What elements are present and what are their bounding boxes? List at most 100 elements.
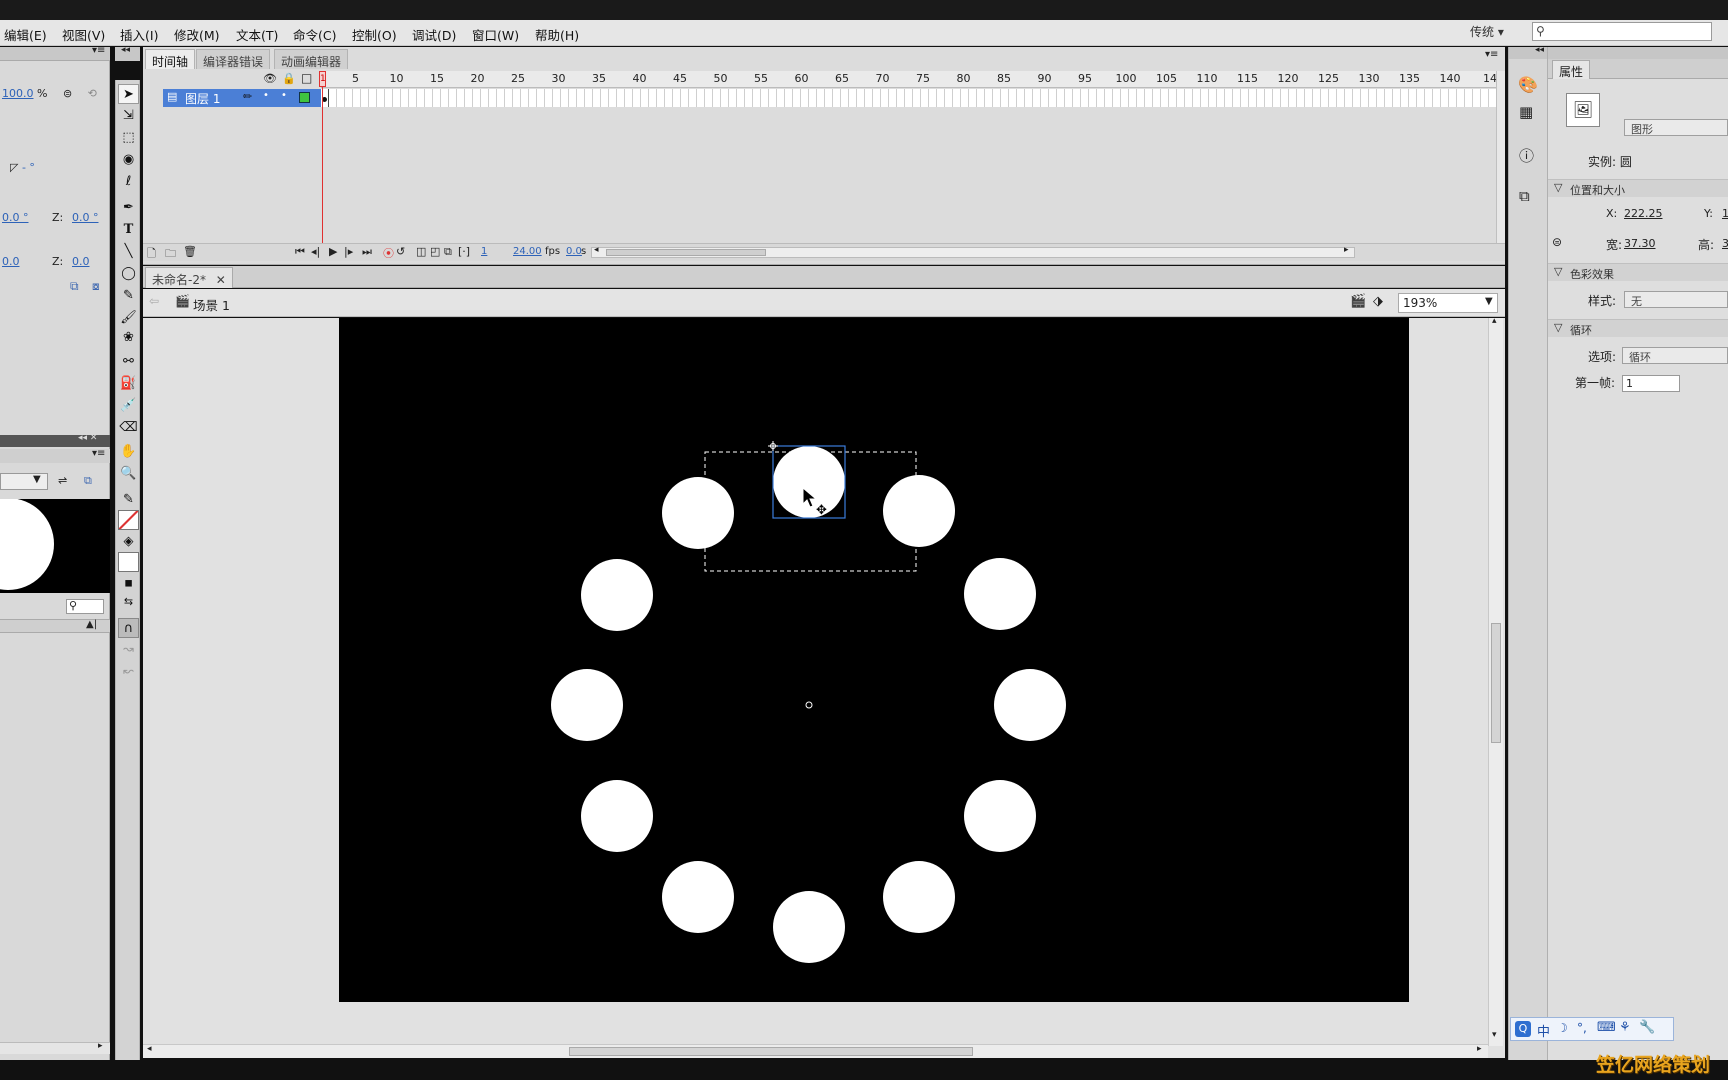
symbol-type-select[interactable]: 图形: [1624, 119, 1728, 136]
settings-wrench-icon[interactable]: 🔧: [1639, 1020, 1655, 1035]
fill-color-icon[interactable]: ◈: [118, 532, 139, 552]
arrow-right-icon[interactable]: ▸: [1477, 1044, 1482, 1054]
lasso-tool-icon[interactable]: ℓ: [118, 172, 139, 192]
layer-row[interactable]: ▤ 图层 1 ✏ • •: [163, 89, 321, 107]
library-search[interactable]: ⚲: [66, 599, 104, 614]
circle-instance[interactable]: [964, 558, 1036, 630]
back-arrow-icon[interactable]: ⇦: [149, 294, 159, 308]
help-search-input[interactable]: [1551, 24, 1709, 39]
stroke-color-icon[interactable]: ✎: [118, 490, 139, 510]
zoom-select[interactable]: 193% ▼: [1398, 293, 1498, 313]
swap-colors-icon[interactable]: ⇆: [118, 592, 139, 612]
tab-properties[interactable]: 属性: [1552, 60, 1591, 79]
outline-color-box[interactable]: [299, 92, 310, 103]
menu-control[interactable]: 控制(O): [352, 25, 397, 44]
sort-icon[interactable]: ▲|: [86, 619, 97, 630]
scroll-thumb[interactable]: [569, 1047, 973, 1056]
copy-transform-icon[interactable]: ⧉: [70, 279, 79, 294]
height-value[interactable]: 3: [1722, 237, 1728, 250]
timeline-hscroll[interactable]: ◂ ▸: [591, 245, 1355, 258]
circle-instance[interactable]: [994, 669, 1066, 741]
menu-help[interactable]: 帮助(H): [535, 25, 579, 44]
swatches-panel-icon[interactable]: ▦: [1519, 103, 1533, 121]
circle-instance[interactable]: [662, 477, 734, 549]
zoom-value[interactable]: 100.0: [2, 87, 34, 100]
pin-icon[interactable]: ⇌: [58, 474, 67, 487]
current-frame[interactable]: 1: [481, 246, 487, 257]
stage-hscroll[interactable]: ◂ ▸: [143, 1044, 1488, 1058]
collapse-icon[interactable]: ◂◂ ✕: [78, 433, 97, 443]
section-position-size[interactable]: ▽ 位置和大小: [1548, 179, 1728, 197]
play-icon[interactable]: ▶: [329, 245, 337, 258]
playhead[interactable]: 1: [319, 71, 326, 257]
menu-debug[interactable]: 调试(D): [412, 25, 456, 44]
library-document-select[interactable]: ▼: [0, 473, 48, 490]
arrow-left-icon[interactable]: ◂: [594, 245, 599, 255]
document-tab[interactable]: 未命名-2* ✕: [145, 267, 233, 288]
new-layer-icon[interactable]: 🗋: [147, 245, 156, 264]
close-icon[interactable]: ✕: [216, 273, 226, 287]
keyboard-icon[interactable]: ⌨: [1597, 1020, 1616, 1035]
menu-view[interactable]: 视图(V): [62, 25, 105, 44]
section-color-effect[interactable]: ▽ 色彩效果: [1548, 263, 1728, 281]
x-rotation[interactable]: 0.0 °: [2, 211, 29, 224]
circle-instance[interactable]: [883, 861, 955, 933]
workspace-switcher[interactable]: 传统 ▾: [1470, 23, 1504, 40]
show-hide-all-icon[interactable]: 👁: [263, 72, 277, 85]
stage-canvas[interactable]: ✥: [339, 318, 1409, 1002]
reset-transform-icon[interactable]: ⧇: [92, 279, 100, 294]
scroll-thumb[interactable]: [1491, 623, 1501, 743]
skew-value[interactable]: - °: [22, 161, 35, 174]
scroll-thumb[interactable]: [606, 249, 766, 256]
z-rotation[interactable]: 0.0 °: [72, 211, 99, 224]
circle-instance[interactable]: [773, 891, 845, 963]
menu-window[interactable]: 窗口(W): [472, 25, 519, 44]
collapse-icon[interactable]: ◂◂: [121, 45, 130, 55]
visibility-dot[interactable]: •: [263, 90, 269, 101]
info-panel-icon[interactable]: ⓘ: [1519, 145, 1534, 166]
arrow-right-icon[interactable]: ▸: [1344, 245, 1349, 255]
frame-rate[interactable]: 24.00: [513, 246, 542, 257]
stage-area[interactable]: ✥ ▴ ▾ ◂ ▸: [143, 316, 1505, 1058]
library-hscroll[interactable]: ▸: [0, 1041, 110, 1054]
panel-menu-icon[interactable]: ▾≡: [92, 45, 105, 56]
tab-timeline[interactable]: 时间轴: [145, 49, 196, 69]
eraser-tool-icon[interactable]: ⌫: [118, 418, 139, 438]
playhead-frame-label[interactable]: 1: [319, 71, 326, 87]
fill-color-swatch[interactable]: [118, 552, 139, 572]
default-colors-icon[interactable]: ◼: [118, 574, 139, 594]
loop-icon[interactable]: ↺: [396, 245, 405, 258]
ime-logo-icon[interactable]: Q: [1515, 1021, 1531, 1037]
section-loop[interactable]: ▽ 循环: [1548, 319, 1728, 337]
selected-circle-instance[interactable]: [773, 446, 845, 518]
z-position[interactable]: 0.0: [72, 255, 90, 268]
circle-instance[interactable]: [581, 780, 653, 852]
arrow-up-icon[interactable]: ▴: [1492, 316, 1497, 326]
center-frame-icon[interactable]: ⦿: [383, 245, 394, 261]
3d-rotation-tool-icon[interactable]: ◉: [118, 150, 139, 170]
free-transform-tool-icon[interactable]: ⬚: [118, 128, 139, 148]
paint-bucket-tool-icon[interactable]: ⛽: [118, 374, 139, 394]
brush-tool-icon[interactable]: 🖌: [118, 308, 139, 328]
straighten-icon[interactable]: ↜: [118, 662, 139, 682]
collapse-icon[interactable]: ◂◂: [1535, 45, 1544, 55]
edit-symbol-icon[interactable]: ⬗: [1373, 294, 1383, 309]
y-value[interactable]: 1: [1722, 207, 1728, 220]
stage[interactable]: ✥: [339, 318, 1409, 1002]
stroke-color-swatch[interactable]: [118, 510, 139, 530]
lock-dot[interactable]: •: [281, 90, 287, 101]
loop-option-select[interactable]: 循环: [1622, 347, 1728, 364]
frame-cells[interactable]: [321, 89, 1496, 107]
arrow-right-icon[interactable]: ▸: [98, 1041, 103, 1051]
zoom-tool-icon[interactable]: 🔍: [118, 464, 139, 484]
x-position[interactable]: 0.0: [2, 255, 20, 268]
edit-multiple-icon[interactable]: ⧉: [444, 245, 452, 259]
ime-language[interactable]: 中: [1537, 1021, 1550, 1040]
onion-skin-icon[interactable]: ◫: [416, 245, 426, 258]
frame-ruler[interactable]: 5 10 15 20 25 30 35 40 45 50 55 60 65 70 75 80 85 90 95 100…: [321, 71, 1497, 88]
layer-name[interactable]: 图层 1: [185, 90, 220, 107]
skin-icon[interactable]: ⚘: [1619, 1020, 1631, 1035]
line-tool-icon[interactable]: ╲: [118, 242, 139, 262]
menu-edit[interactable]: 编辑(E): [4, 25, 47, 44]
delete-layer-icon[interactable]: 🗑: [183, 245, 197, 258]
